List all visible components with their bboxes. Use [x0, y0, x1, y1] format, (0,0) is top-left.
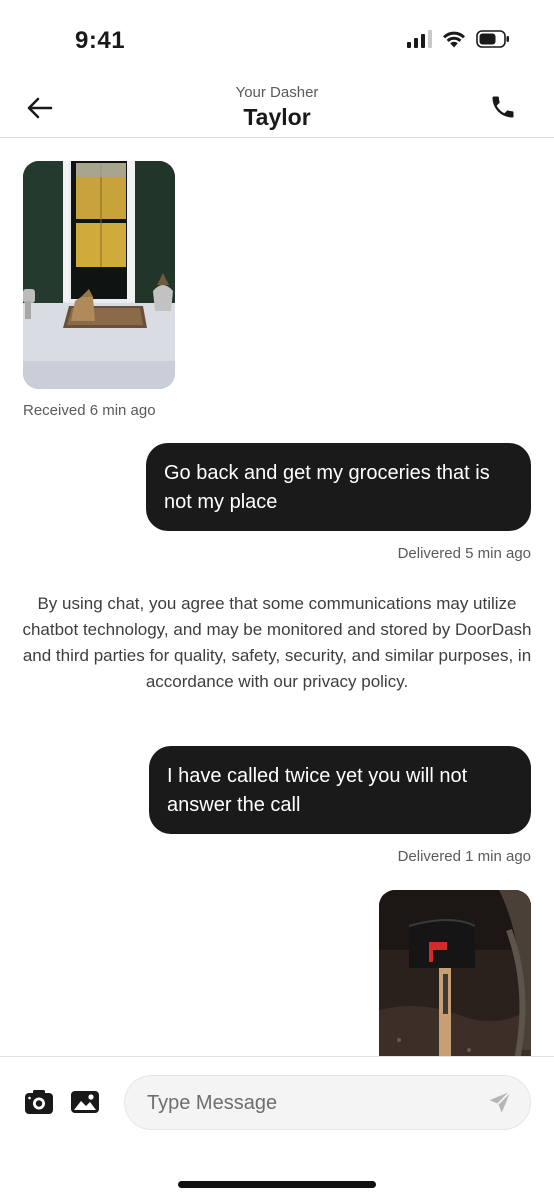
call-button[interactable]	[486, 90, 520, 124]
received-photo-timestamp: Received 6 min ago	[23, 402, 156, 419]
dasher-name: Taylor	[243, 104, 311, 130]
phone-icon	[492, 96, 514, 118]
camera-button[interactable]	[24, 1089, 54, 1115]
send-icon	[489, 1090, 512, 1113]
status-icons	[407, 30, 510, 48]
camera-icon	[25, 1090, 53, 1114]
message-input[interactable]	[145, 1076, 469, 1131]
sent-message-status: Delivered 5 min ago	[397, 545, 531, 562]
sent-message-status: Delivered 1 min ago	[397, 848, 531, 865]
message-text: Go back and get my groceries that is not…	[164, 462, 490, 513]
sent-message-bubble[interactable]: Go back and get my groceries that is not…	[146, 443, 531, 531]
message-composer	[0, 1056, 554, 1201]
message-input-container	[124, 1075, 531, 1131]
received-photo-door[interactable]	[23, 161, 175, 389]
sent-photo-mailbox[interactable]	[379, 890, 531, 1056]
chat-thread: Received 6 min ago Go back and get my gr…	[0, 138, 554, 1056]
sent-message-bubble[interactable]: I have called twice yet you will not ans…	[149, 746, 531, 834]
gallery-button[interactable]	[70, 1089, 100, 1115]
status-bar: 9:41	[0, 0, 554, 80]
home-indicator	[178, 1181, 376, 1188]
chat-header: Your Dasher Taylor	[0, 80, 554, 138]
send-button[interactable]	[486, 1088, 516, 1118]
status-time: 9:41	[75, 27, 126, 54]
cellular-signal-icon	[407, 30, 432, 48]
gallery-icon	[71, 1091, 99, 1113]
battery-icon	[476, 30, 509, 48]
wifi-icon	[443, 31, 465, 48]
header-subtitle: Your Dasher	[235, 84, 319, 101]
chat-disclaimer: By using chat, you agree that some commu…	[22, 594, 532, 691]
message-text: I have called twice yet you will not ans…	[167, 765, 468, 816]
